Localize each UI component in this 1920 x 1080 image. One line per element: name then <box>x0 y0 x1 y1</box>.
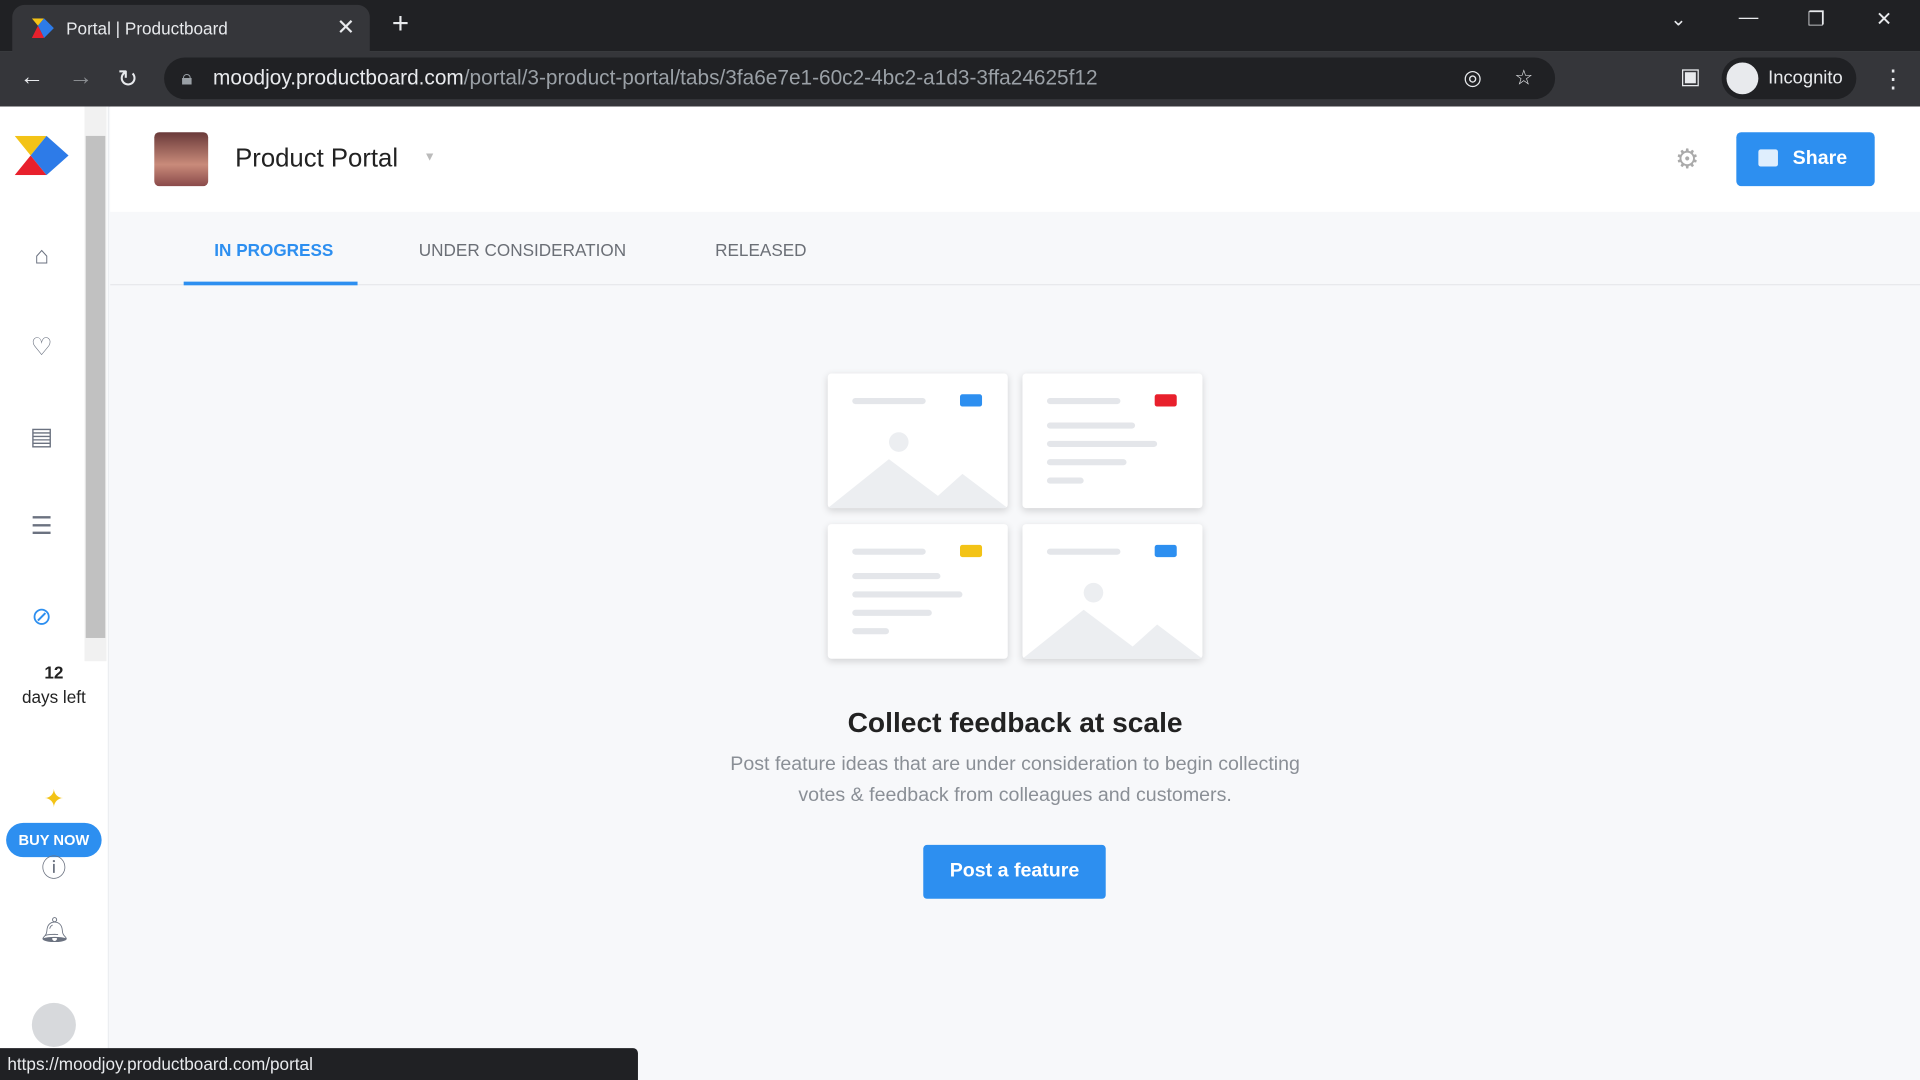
illustration-card <box>1022 524 1203 659</box>
gear-icon[interactable]: ⚙ <box>1675 143 1699 175</box>
portal-avatar <box>154 132 209 187</box>
bookmark-star-icon[interactable]: ☆ <box>1514 58 1533 100</box>
help-icon[interactable]: ⓘ <box>39 849 68 883</box>
tab-title: Portal | Productboard <box>66 18 228 38</box>
share-button[interactable]: Share <box>1736 132 1875 187</box>
share-label: Share <box>1792 148 1848 169</box>
sidebar-scrollbar[interactable] <box>84 106 107 662</box>
sparkle-icon[interactable]: ✦ <box>39 784 68 813</box>
productboard-favicon <box>31 18 54 38</box>
new-tab-icon[interactable]: + <box>392 7 409 41</box>
tab-in-progress[interactable]: IN PROGRESS <box>214 240 333 260</box>
lock-icon <box>1758 149 1778 167</box>
close-tab-icon[interactable]: ✕ <box>337 15 355 41</box>
empty-title: Collect feedback at scale <box>847 706 1183 739</box>
productboard-logo[interactable] <box>14 135 71 176</box>
browser-tab-bar: Portal | Productboard ✕ + ⌄ — ❐ ✕ <box>0 0 1920 52</box>
status-bar-url: https://moodjoy.productboard.com/portal <box>0 1048 638 1080</box>
reload-icon[interactable]: ↻ <box>118 64 139 95</box>
address-bar-row: ← → ↻ 🔒︎ moodjoy.productboard.com/portal/… <box>0 51 1920 107</box>
restore-icon[interactable]: ❐ <box>1807 7 1825 31</box>
portal-main: Product Portal ▼ ⚙ Share IN PROGRESS UND… <box>110 106 1920 1080</box>
empty-description: Post feature ideas that are under consid… <box>110 749 1920 810</box>
incognito-icon <box>1726 62 1759 95</box>
page-title[interactable]: Product Portal <box>235 144 398 173</box>
notes-icon[interactable]: ▤ <box>27 421 56 451</box>
profile-label: Incognito <box>1768 67 1843 89</box>
lock-icon: 🔒︎ <box>181 66 193 90</box>
tab-search-icon[interactable]: ⌄ <box>1670 7 1686 31</box>
url-host: moodjoy.productboard.com <box>213 66 464 90</box>
close-window-icon[interactable]: ✕ <box>1876 7 1892 31</box>
incognito-profile[interactable]: Incognito <box>1721 57 1857 100</box>
home-icon[interactable]: ⌂ <box>27 242 56 271</box>
tab-released[interactable]: RELEASED <box>715 240 806 260</box>
forward-icon[interactable]: → <box>69 64 93 92</box>
illustration-card <box>827 524 1008 659</box>
url-input[interactable]: 🔒︎ moodjoy.productboard.com/portal/3-prod… <box>164 57 1556 100</box>
active-tab-indicator <box>183 281 358 286</box>
tracking-off-icon[interactable]: ◎ <box>1463 58 1481 100</box>
chevron-down-icon[interactable]: ▼ <box>424 151 436 164</box>
roadmap-icon[interactable]: ☰ <box>27 511 56 540</box>
lightbulb-icon[interactable]: ♡ <box>27 332 56 361</box>
trial-label: days left <box>21 686 86 707</box>
post-feature-button[interactable]: Post a feature <box>923 844 1106 899</box>
empty-line-1: Post feature ideas that are under consid… <box>730 754 1300 776</box>
side-panel-icon[interactable]: ▣ <box>1680 64 1701 90</box>
empty-line-2: votes & feedback from colleagues and cus… <box>798 784 1232 806</box>
user-avatar[interactable] <box>31 1002 76 1047</box>
back-icon[interactable]: ← <box>20 64 44 92</box>
url-path: /portal/3-product-portal/tabs/3fa6e7e1-6… <box>463 66 1098 90</box>
illustration-card <box>827 373 1008 509</box>
trial-days: 12 <box>44 662 64 683</box>
tab-under-consideration[interactable]: UNDER CONSIDERATION <box>419 240 626 260</box>
browser-tab[interactable]: Portal | Productboard ✕ <box>12 4 370 52</box>
portal-icon[interactable]: ⊘ <box>27 601 56 631</box>
portal-tabs: IN PROGRESS UNDER CONSIDERATION RELEASED <box>110 212 1920 286</box>
menu-icon[interactable]: ⋮ <box>1881 64 1905 95</box>
portal-header: Product Portal ▼ ⚙ Share <box>110 106 1920 212</box>
bell-icon[interactable]: 🔔︎ <box>39 915 70 944</box>
illustration-card <box>1022 373 1203 509</box>
minimize-icon[interactable]: — <box>1739 7 1759 29</box>
